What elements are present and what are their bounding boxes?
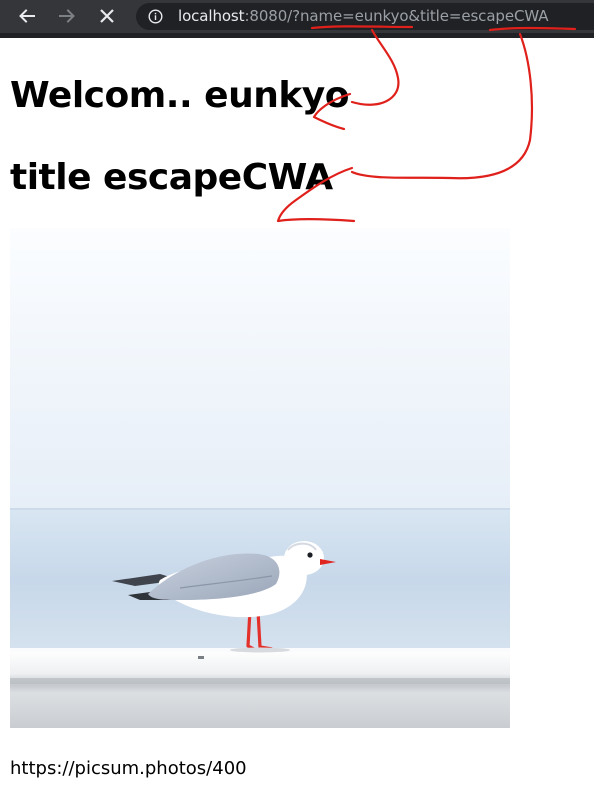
arrow-left-icon	[19, 9, 35, 23]
info-icon[interactable]	[148, 9, 163, 24]
back-button[interactable]	[12, 2, 42, 30]
image-source-text: https://picsum.photos/400	[10, 758, 247, 779]
address-bar[interactable]: localhost:8080/?name=eunkyo&title=escape…	[136, 3, 594, 30]
seagull-photo	[10, 228, 510, 728]
title-heading: title escapeCWA	[10, 157, 333, 198]
close-icon	[100, 9, 114, 23]
arrow-right-icon	[59, 9, 75, 23]
browser-toolbar: localhost:8080/?name=eunkyo&title=escape…	[0, 0, 594, 38]
forward-button[interactable]	[52, 2, 82, 30]
url-text[interactable]: localhost:8080/?name=eunkyo&title=escape…	[178, 6, 549, 27]
stop-loading-button[interactable]	[92, 2, 122, 30]
url-host: localhost	[178, 7, 245, 25]
url-path-query: :8080/?name=eunkyo&title=escapeCWA	[244, 7, 549, 25]
welcome-heading: Welcom.. eunkyo	[10, 75, 349, 116]
